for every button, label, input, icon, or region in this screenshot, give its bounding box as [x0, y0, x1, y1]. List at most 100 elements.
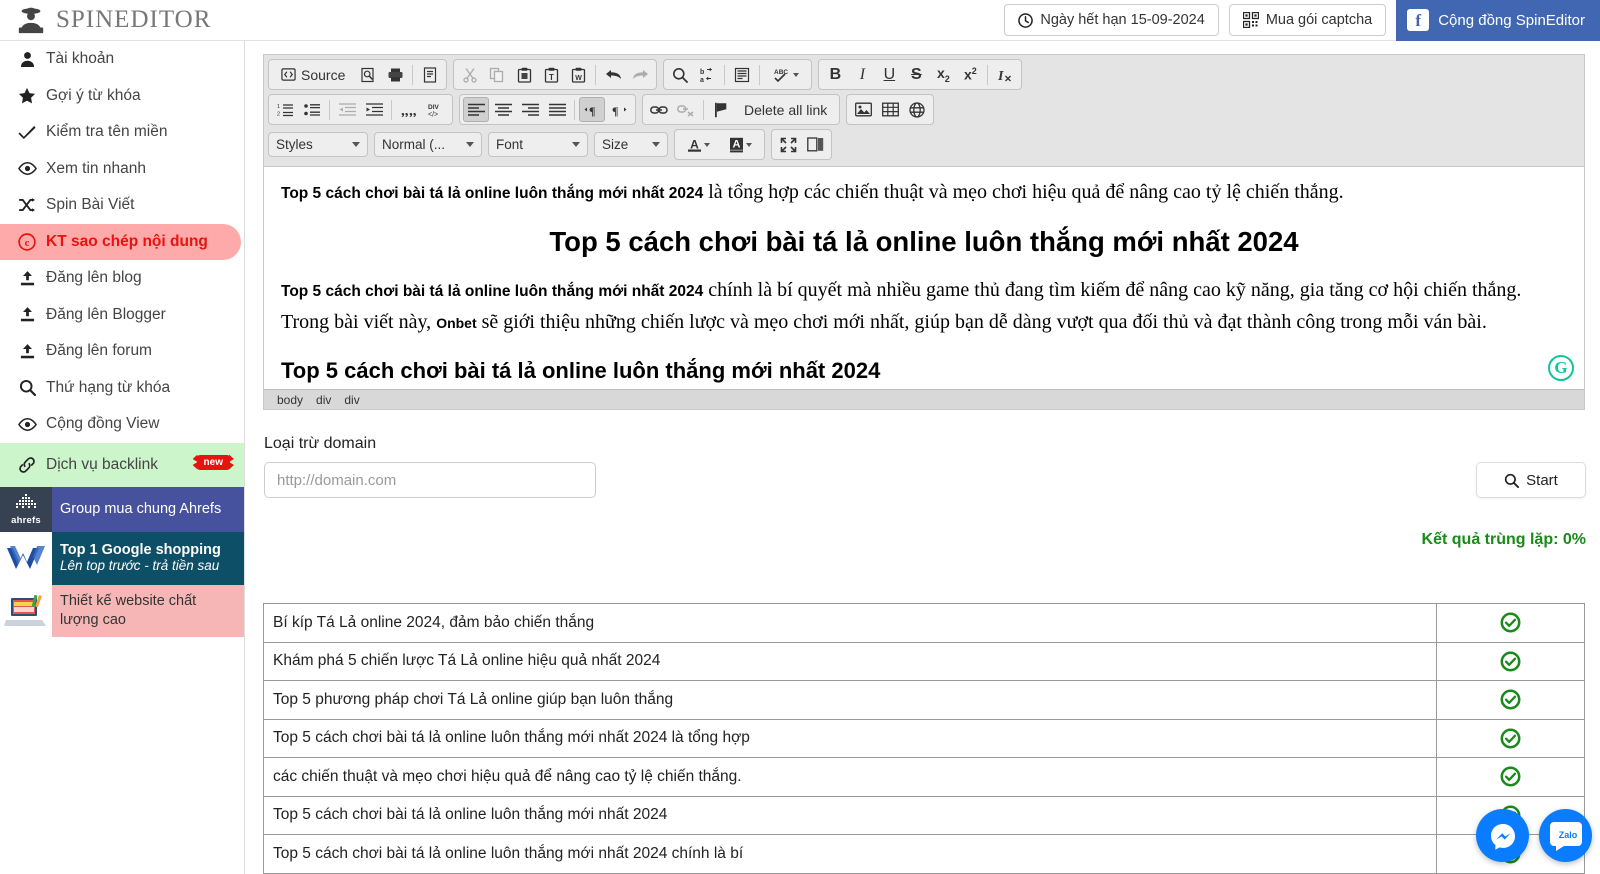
- promo-web-design[interactable]: Thiết kế website chất lượng cao: [0, 584, 244, 637]
- print-button[interactable]: [382, 62, 408, 87]
- justify-button[interactable]: [544, 97, 570, 122]
- promo-title: Top 1 Google shopping: [60, 541, 221, 558]
- sidebar-item-dang-len-blogger[interactable]: Đăng lên Blogger: [0, 297, 244, 334]
- grammarly-icon[interactable]: G: [1548, 355, 1574, 381]
- svg-text:,,: ,,: [409, 103, 417, 117]
- rtl-button[interactable]: ¶: [606, 97, 632, 122]
- breadcrumb-item[interactable]: div: [344, 393, 359, 407]
- strikethrough-button[interactable]: S: [903, 62, 929, 87]
- sidebar-item-cong-dong-view[interactable]: Cộng đồng View: [0, 406, 244, 443]
- superscript-button[interactable]: x2: [957, 62, 983, 87]
- unlink-button[interactable]: [673, 97, 699, 122]
- sidebar-item-dich-vu-backlink[interactable]: Dịch vụ backlink new: [0, 442, 244, 487]
- table-button[interactable]: [877, 97, 903, 122]
- editor-content-area[interactable]: Top 5 cách chơi bài tá lả online luôn th…: [264, 167, 1584, 389]
- table-row[interactable]: Khám phá 5 chiến lược Tá Lả online hiệu …: [263, 641, 1585, 681]
- sidebar-item-label: Spin Bài Viết: [46, 196, 135, 214]
- table-row[interactable]: Top 5 phương pháp chơi Tá Lả online giúp…: [263, 680, 1585, 720]
- ltr-button[interactable]: ¶: [579, 97, 605, 122]
- indent-button[interactable]: [361, 97, 387, 122]
- remove-format-button[interactable]: I: [992, 62, 1018, 87]
- sidebar-item-tai-khoan[interactable]: Tài khoản: [0, 41, 244, 78]
- editor-brand: Onbet: [436, 314, 477, 331]
- table-row[interactable]: Bí kíp Tá Lả online 2024, đảm bảo chiến …: [263, 603, 1585, 643]
- table-row[interactable]: Top 5 cách chơi bài tá lả online luôn th…: [263, 718, 1585, 758]
- source-button[interactable]: Source: [272, 62, 354, 87]
- bold-button[interactable]: B: [822, 62, 848, 87]
- paste-text-button[interactable]: T: [538, 62, 564, 87]
- sidebar-item-dang-len-blog[interactable]: Đăng lên blog: [0, 260, 244, 297]
- sidebar-item-dang-len-forum[interactable]: Đăng lên forum: [0, 333, 244, 370]
- spellcheck-button[interactable]: ABC: [764, 62, 808, 87]
- size-dropdown[interactable]: Size: [594, 132, 668, 157]
- promo-google-shopping[interactable]: Top 1 Google shopping Lên top trước - tr…: [0, 531, 244, 585]
- paste-text-icon: T: [544, 67, 559, 83]
- buy-captcha-button[interactable]: Mua gói captcha: [1228, 4, 1387, 36]
- preview-button[interactable]: [355, 62, 381, 87]
- table-row[interactable]: Top 5 cách chơi bài tá lả online luôn th…: [263, 834, 1585, 874]
- align-right-button[interactable]: [517, 97, 543, 122]
- link-icon: [650, 105, 668, 114]
- sidebar-item-thu-hang-tu-khoa[interactable]: Thứ hạng từ khóa: [0, 370, 244, 407]
- justify-icon: [548, 103, 566, 116]
- align-center-button[interactable]: [490, 97, 516, 122]
- background-color-button[interactable]: A: [720, 132, 761, 157]
- sidebar-item-kiem-tra-ten-mien[interactable]: Kiểm tra tên miền: [0, 114, 244, 151]
- delete-all-link-button[interactable]: Delete all link: [735, 97, 836, 122]
- sidebar-item-kt-sao-chep-noi-dung[interactable]: c KT sao chép nội dung: [0, 223, 241, 260]
- expiry-button[interactable]: Ngày hết hạn 15-09-2024: [1004, 4, 1219, 36]
- align-right-icon: [521, 103, 539, 116]
- text-color-button[interactable]: A: [678, 132, 719, 157]
- styles-dropdown[interactable]: Styles: [268, 132, 368, 157]
- sidebar-item-goi-y-tu-khoa[interactable]: Gợi ý từ khóa: [0, 78, 244, 115]
- facebook-community-button[interactable]: f Cộng đồng SpinEditor: [1396, 0, 1600, 41]
- copy-button[interactable]: [484, 62, 510, 87]
- svg-text:T: T: [549, 73, 554, 82]
- sidebar-item-xem-tin-nhanh[interactable]: Xem tin nhanh: [0, 151, 244, 188]
- remove-format-icon: I: [997, 69, 1011, 83]
- anchor-button[interactable]: [708, 97, 734, 122]
- italic-button[interactable]: I: [849, 62, 875, 87]
- div-container-button[interactable]: DIV </>: [423, 97, 449, 122]
- iframe-button[interactable]: [904, 97, 930, 122]
- outdent-button[interactable]: [334, 97, 360, 122]
- brand[interactable]: SPINEDITOR: [0, 5, 211, 35]
- templates-button[interactable]: [417, 62, 443, 87]
- messenger-chat-button[interactable]: [1476, 809, 1529, 862]
- bulleted-list-button[interactable]: [299, 97, 325, 122]
- show-blocks-button[interactable]: [802, 132, 828, 157]
- underline-button[interactable]: U: [876, 62, 902, 87]
- subscript-button[interactable]: x2: [930, 62, 956, 87]
- zalo-chat-button[interactable]: Zalo: [1539, 809, 1592, 862]
- redo-button[interactable]: [627, 62, 653, 87]
- format-dropdown[interactable]: Normal (...: [374, 132, 482, 157]
- svg-text:b: b: [700, 69, 704, 76]
- replace-button[interactable]: ba: [694, 62, 720, 87]
- image-button[interactable]: [850, 97, 876, 122]
- table-row[interactable]: Top 5 cách chơi bài tá lả online luôn th…: [263, 795, 1585, 835]
- link-icon: [8, 456, 46, 474]
- table-row[interactable]: các chiến thuật và mẹo chơi hiệu quả để …: [263, 757, 1585, 797]
- promo-ahrefs[interactable]: ahrefs Group mua chung Ahrefs: [0, 486, 244, 532]
- undo-button[interactable]: [600, 62, 626, 87]
- paste-from-word-button[interactable]: W: [565, 62, 591, 87]
- maximize-button[interactable]: [775, 132, 801, 157]
- toolbar-group-editing: ba ABC: [663, 59, 813, 90]
- iframe-icon: [909, 101, 925, 118]
- start-button[interactable]: Start: [1476, 462, 1586, 498]
- breadcrumb-item[interactable]: body: [277, 393, 303, 407]
- star-icon: [8, 87, 46, 105]
- find-button[interactable]: [667, 62, 693, 87]
- blockquote-button[interactable]: ,,,,: [396, 97, 422, 122]
- breadcrumb-item[interactable]: div: [316, 393, 331, 407]
- cut-button[interactable]: [457, 62, 483, 87]
- editor-heading-2: Top 5 cách chơi bài tá lả online luôn th…: [281, 358, 881, 384]
- numbered-list-button[interactable]: 12: [272, 97, 298, 122]
- paste-button[interactable]: [511, 62, 537, 87]
- sidebar-item-spin-bai-viet[interactable]: Spin Bài Viết: [0, 187, 244, 224]
- font-dropdown[interactable]: Font: [488, 132, 588, 157]
- exclude-domain-input[interactable]: [264, 462, 596, 498]
- select-all-button[interactable]: [729, 62, 755, 87]
- link-button[interactable]: [646, 97, 672, 122]
- align-left-button[interactable]: [463, 97, 489, 122]
